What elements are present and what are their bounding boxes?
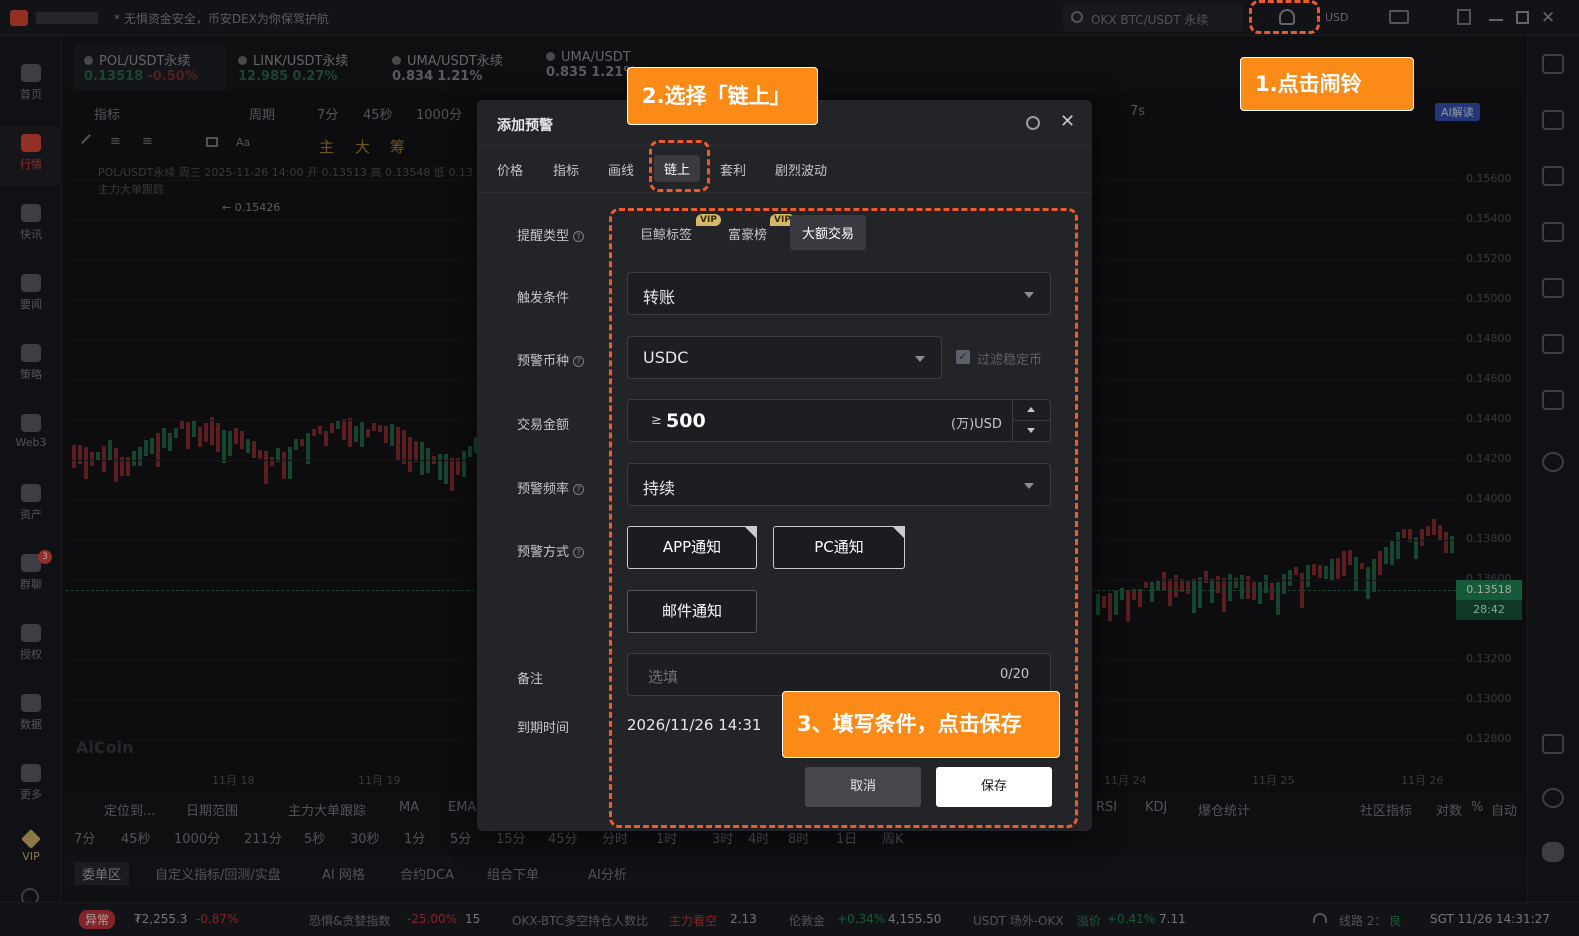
- dialog-title: 添加预警: [497, 118, 553, 134]
- label-method: 预警方式?: [517, 541, 585, 560]
- callout-step2: 2.选择「链上」: [627, 67, 818, 125]
- label-text: 预警币种: [517, 354, 570, 369]
- help-icon[interactable]: ?: [573, 484, 585, 495]
- settings-icon[interactable]: [1026, 116, 1040, 130]
- callout-step3: 3、填写条件，点击保存: [782, 691, 1060, 758]
- label-frequency: 预警频率?: [517, 478, 585, 497]
- tab-indicator[interactable]: 指标: [553, 160, 579, 179]
- label-expire: 到期时间: [517, 721, 570, 736]
- help-icon[interactable]: ?: [573, 547, 585, 558]
- highlight-bell: [1249, 0, 1320, 34]
- help-icon[interactable]: ?: [573, 356, 585, 367]
- label-note: 备注: [517, 672, 544, 687]
- label-coin: 预警币种?: [517, 350, 585, 369]
- tab-volatility[interactable]: 剧烈波动: [775, 160, 827, 179]
- label-text: 提醒类型: [517, 229, 570, 244]
- callout-step1: 1.点击闹铃: [1240, 57, 1414, 111]
- label-alert-type: 提醒类型?: [517, 225, 585, 244]
- label-text: 预警频率: [517, 482, 570, 497]
- help-icon[interactable]: ?: [573, 231, 585, 242]
- highlight-onchain-tab: [649, 140, 710, 192]
- tab-price[interactable]: 价格: [497, 160, 523, 179]
- label-amount: 交易金额: [517, 418, 570, 433]
- tab-arbitrage[interactable]: 套利: [720, 160, 746, 179]
- tab-divider: [477, 192, 1092, 193]
- close-icon[interactable]: ✕: [1060, 111, 1075, 132]
- label-trigger: 触发条件: [517, 291, 570, 306]
- tab-drawing[interactable]: 画线: [608, 160, 634, 179]
- label-text: 预警方式: [517, 545, 570, 560]
